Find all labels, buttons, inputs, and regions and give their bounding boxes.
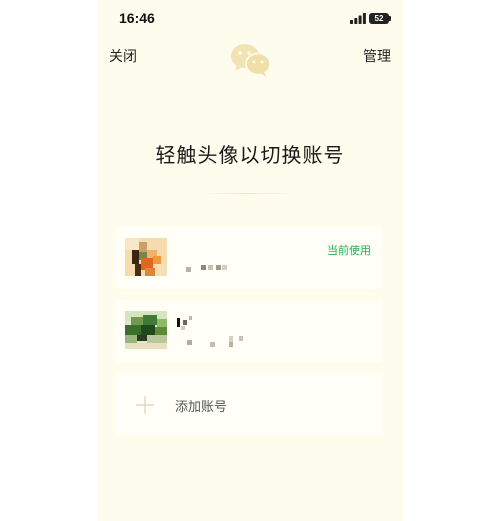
plus-icon [127,387,163,423]
avatar-icon [125,238,167,276]
avatar-icon [125,311,167,349]
status-bar: 16:46 52 [97,0,403,38]
battery-icon: 52 [369,13,391,24]
mask-dot [201,265,206,270]
signal-icon [350,13,366,24]
mask-dot [181,326,185,330]
mask-dot [229,342,233,347]
mask-dot [183,320,187,325]
close-button[interactable]: 关闭 [109,46,137,66]
add-account-label: 添加账号 [175,400,228,415]
mask-dot [239,336,243,341]
mask-dot [216,265,221,270]
mask-dot [210,342,215,347]
mask-dot [187,340,192,345]
add-account-button[interactable]: 添加账号 [115,373,383,435]
account-card-secondary[interactable] [115,300,383,362]
account-card-current[interactable]: 当前使用 [115,227,383,289]
status-time: 16:46 [119,10,155,26]
page-title: 轻触头像以切换账号 [155,143,345,167]
mask-dot [189,316,192,320]
manage-button[interactable]: 管理 [363,46,391,66]
current-account-badge: 当前使用 [327,244,371,257]
wechat-logo-icon [231,44,271,77]
phone-screen: 16:46 52 关闭 管理 轻触头像以切换账号 当前使用 添加账号 [97,0,403,521]
mask-dot [222,265,227,270]
mask-dot [186,267,191,272]
title-divider [200,193,300,194]
mask-dot [177,318,180,327]
mask-dot [208,265,213,270]
